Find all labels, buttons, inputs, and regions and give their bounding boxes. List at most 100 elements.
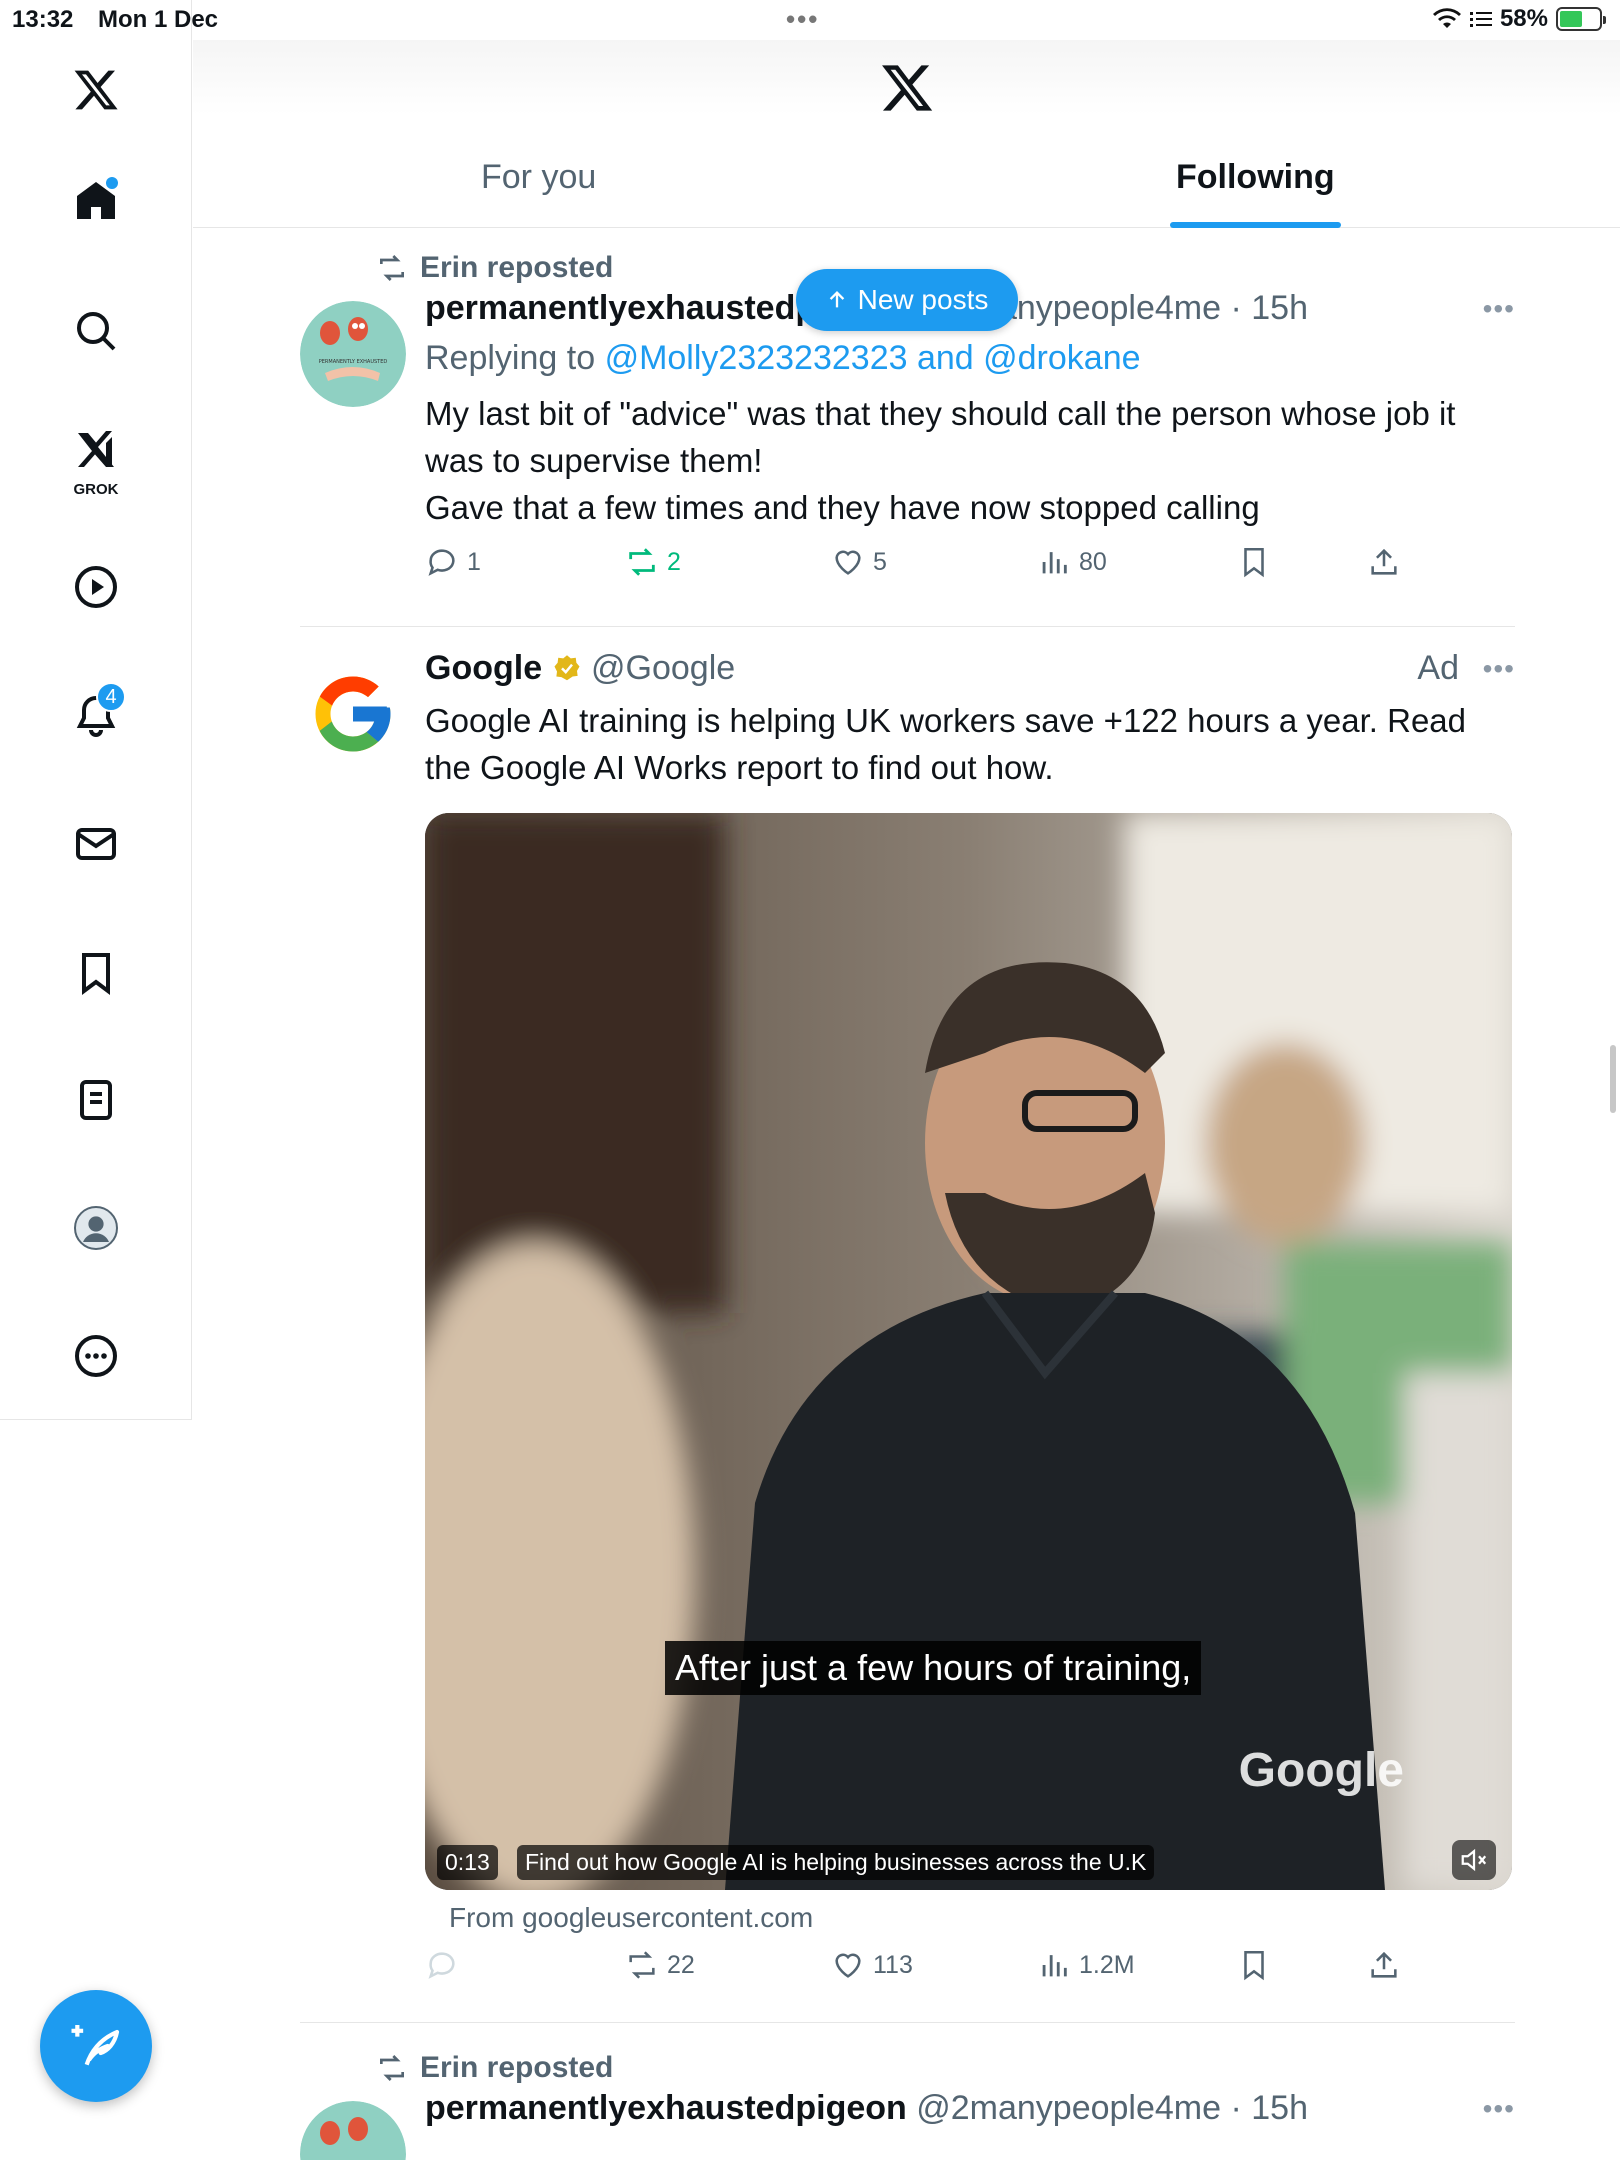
post-actions: 22 113 1.2M (425, 1948, 1515, 1998)
list-doc-icon (80, 1080, 112, 1120)
repost-context: Erin reposted (376, 251, 613, 285)
views-chart-icon (1042, 552, 1067, 574)
sidebar-item-lists[interactable] (60, 1064, 132, 1136)
heart-icon (835, 1953, 861, 1978)
battery-percent: 58% (1499, 5, 1548, 32)
like-button[interactable]: 113 (831, 1948, 913, 1982)
post-content: permanentlyexhaustedpigeon @2manypeople4… (425, 2089, 1515, 2131)
reply-button[interactable] (425, 1948, 467, 1982)
grok-icon (78, 431, 114, 467)
repost-icon (380, 255, 404, 281)
repost-button[interactable]: 22 (625, 1948, 695, 1982)
author-handle[interactable]: @2manypeople4me (916, 2089, 1221, 2127)
status-date: Mon 1 Dec (98, 6, 219, 33)
wifi-icon (1432, 8, 1461, 29)
mail-icon (76, 828, 116, 860)
post-time[interactable]: 15h (1251, 289, 1308, 327)
tab-for-you[interactable]: For you (481, 158, 596, 228)
x-logo-icon (882, 65, 933, 111)
home-unread-dot (106, 177, 118, 189)
repost-button[interactable]: 2 (625, 545, 681, 579)
tab-following-label: Following (1176, 158, 1335, 196)
svg-text:PERMANENTLY EXHAUSTED: PERMANENTLY EXHAUSTED (319, 359, 388, 365)
arrow-up-icon (829, 291, 844, 308)
author-name[interactable]: Google (425, 649, 542, 687)
author-handle[interactable]: @Google (591, 649, 735, 687)
post-text: Google AI training is helping UK workers… (425, 702, 1467, 786)
sidebar-item-messages[interactable] (60, 808, 132, 880)
ad-label: Ad (1417, 649, 1459, 687)
video-title[interactable]: Find out how Google AI is helping busine… (517, 1845, 1155, 1880)
source-domain[interactable]: From googleusercontent.com (425, 1902, 1515, 1934)
like-button[interactable]: 5 (831, 545, 887, 579)
post-actions: 1 2 5 80 (425, 545, 1515, 595)
avatar[interactable] (300, 2101, 406, 2160)
views-button[interactable]: 1.2M (1037, 1948, 1135, 1982)
views-chart-icon (1042, 1955, 1067, 1977)
like-count: 113 (873, 1950, 913, 1979)
share-icon (1371, 548, 1397, 575)
post-more-button[interactable]: ••• (1483, 653, 1515, 685)
share-button[interactable] (1367, 1948, 1401, 1982)
sidebar-item-profile[interactable] (60, 1192, 132, 1264)
reply-icon (428, 549, 455, 576)
replying-to: Replying to @Molly2323232323 and @drokan… (425, 339, 1515, 378)
views-count: 1.2M (1079, 1950, 1135, 1979)
views-button[interactable]: 80 (1037, 545, 1107, 579)
sidebar-item-more[interactable] (60, 1320, 132, 1392)
status-right: 58% (1432, 5, 1606, 33)
video-caption: After just a few hours of training, (665, 1641, 1202, 1695)
post-content: Google @Google Ad ••• Google AI training… (425, 649, 1515, 1998)
video-frame (425, 813, 1512, 1890)
tab-for-you-label: For you (481, 158, 597, 196)
new-posts-button[interactable]: New posts (796, 269, 1018, 331)
bookmark-button[interactable] (1237, 545, 1271, 579)
status-bar: 13:32 Mon 1 Dec ••• 58% (0, 0, 1620, 40)
post-time[interactable]: 15h (1251, 2089, 1308, 2127)
author-name[interactable]: permanentlyexhaustedpigeon (425, 2089, 907, 2127)
separator-dot: · (1221, 289, 1252, 327)
compose-feather-icon (71, 2025, 120, 2066)
timeline-feed: Erin reposted PERMANENTLY EXHAUSTED perm… (193, 229, 1620, 2160)
repost-active-icon (629, 548, 655, 576)
share-button[interactable] (1367, 545, 1401, 579)
sidebar-item-video[interactable] (60, 551, 132, 623)
repost-count: 22 (667, 1950, 695, 1979)
mute-button[interactable] (1452, 1840, 1496, 1880)
sidebar-item-explore[interactable] (60, 295, 132, 367)
sidebar-item-notifications[interactable]: 4 (60, 680, 132, 752)
repost-context: Erin reposted (376, 2051, 613, 2085)
grok-label: GROK (73, 481, 119, 498)
reply-button[interactable]: 1 (425, 545, 481, 579)
replying-prefix: Replying to (425, 339, 596, 377)
google-logo-icon (315, 676, 391, 752)
sidebar-item-grok[interactable]: GROK (60, 416, 132, 500)
status-time: 13:32 (12, 6, 74, 33)
post-repost[interactable]: Erin reposted permanentlyexhaustedpigeon… (300, 2051, 1515, 2160)
scrollbar[interactable] (1610, 1045, 1616, 1113)
avatar[interactable] (308, 669, 398, 759)
post-divider (300, 2022, 1515, 2023)
bookmark-icon (1244, 1950, 1264, 1981)
sidebar-item-bookmarks[interactable] (60, 937, 132, 1009)
post-more-button[interactable]: ••• (1483, 2093, 1515, 2125)
compose-post-button[interactable] (40, 1990, 152, 2102)
pigeon-avatar-icon (300, 2101, 406, 2160)
post-meta: permanentlyexhaustedpigeon @2manypeople4… (425, 2089, 1515, 2131)
post-divider (300, 626, 1515, 627)
bookmark-button[interactable] (1237, 1948, 1271, 1982)
avatar[interactable]: PERMANENTLY EXHAUSTED (300, 301, 406, 407)
tab-following[interactable]: Following (1170, 158, 1341, 228)
video-player[interactable]: After just a few hours of training, Goog… (425, 813, 1512, 1890)
verified-gold-badge-icon (554, 655, 580, 681)
x-logo[interactable] (60, 54, 132, 126)
notifications-badge: 4 (96, 682, 126, 712)
post-ad[interactable]: Google @Google Ad ••• Google AI training… (300, 649, 1515, 2019)
avatar-icon (74, 1206, 118, 1250)
multitasking-dots[interactable]: ••• (786, 4, 819, 35)
replying-to-links[interactable]: @Molly2323232323 and @drokane (605, 339, 1141, 377)
bookmark-icon (1244, 547, 1264, 578)
views-count: 80 (1079, 547, 1107, 576)
post-more-button[interactable]: ••• (1483, 293, 1515, 325)
sidebar-item-home[interactable] (60, 165, 132, 237)
